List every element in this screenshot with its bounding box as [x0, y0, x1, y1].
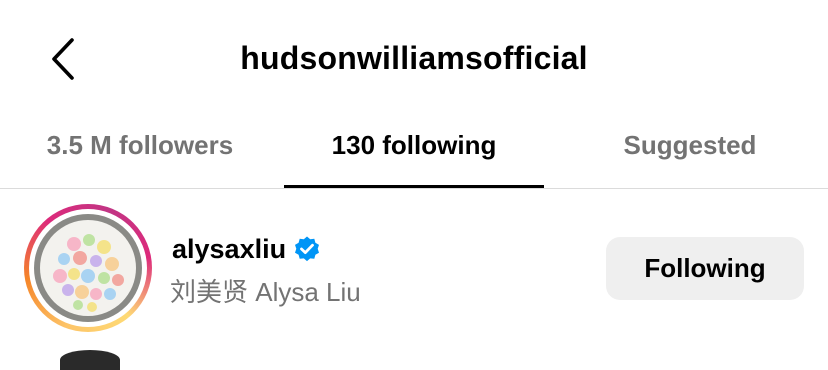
- full-name: 刘美贤 Alysa Liu: [170, 277, 361, 307]
- verified-badge-icon: [295, 236, 319, 262]
- story-ring-gap: [29, 209, 147, 327]
- avatar[interactable]: [24, 204, 152, 332]
- tab-bar: 3.5 M followers 130 following Suggested: [0, 120, 828, 190]
- tab-following[interactable]: 130 following: [284, 130, 544, 161]
- following-button[interactable]: Following: [606, 237, 804, 300]
- next-item-avatar[interactable]: [60, 350, 120, 370]
- list-item[interactable]: alysaxliu 刘美贤 Alysa Liu Following: [0, 190, 828, 358]
- tab-suggested[interactable]: Suggested: [560, 130, 820, 161]
- tab-followers[interactable]: 3.5 M followers: [10, 130, 270, 161]
- page-title: hudsonwilliamsofficial: [240, 40, 588, 76]
- cereal-pieces: [53, 234, 124, 312]
- top-bar: hudsonwilliamsofficial: [0, 0, 828, 120]
- avatar-photo: [34, 214, 142, 322]
- tab-divider: [0, 188, 828, 189]
- username[interactable]: alysaxliu: [172, 234, 286, 265]
